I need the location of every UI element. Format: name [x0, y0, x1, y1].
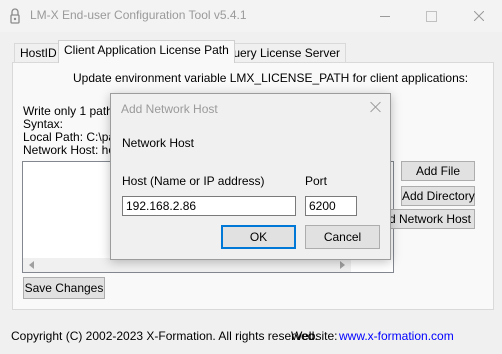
save-changes-button[interactable]: Save Changes	[23, 277, 105, 299]
minimize-button[interactable]	[362, 0, 408, 32]
add-network-host-dialog: Add Network Host Network Host Host (Name…	[110, 93, 391, 260]
add-network-host-button[interactable]: dd Network Host	[380, 209, 475, 229]
add-directory-button[interactable]: Add Directory	[401, 186, 475, 206]
scroll-left-icon[interactable]	[29, 261, 34, 269]
panel-header: Update environment variable LMX_LICENSE_…	[73, 71, 469, 85]
website-link[interactable]: www.x-formation.com	[339, 329, 454, 343]
close-icon	[474, 11, 484, 21]
ok-button[interactable]: OK	[221, 225, 296, 249]
host-input[interactable]: 192.168.2.86	[122, 196, 296, 216]
host-label: Host (Name or IP address)	[122, 174, 265, 188]
window-title: LM-X End-user Configuration Tool v5.4.1	[30, 8, 247, 22]
port-input[interactable]: 6200	[305, 196, 357, 216]
add-file-button[interactable]: Add File	[401, 161, 475, 181]
instruction-line: Local Path: C:\pat	[23, 130, 119, 144]
network-host-section-label: Network Host	[122, 136, 195, 150]
horizontal-scrollbar[interactable]	[23, 258, 351, 272]
website-label: Website:	[291, 329, 338, 343]
copyright-text: Copyright (C) 2002-2023 X-Formation. All…	[11, 329, 318, 343]
instruction-line: Network Host: hos	[23, 143, 122, 157]
tab-query-license-server[interactable]: Query License Server	[218, 43, 347, 62]
title-bar[interactable]: LM-X End-user Configuration Tool v5.4.1	[0, 0, 502, 32]
port-label: Port	[305, 174, 328, 188]
dialog-title: Add Network Host	[121, 102, 218, 116]
dialog-close-icon[interactable]	[369, 100, 383, 114]
app-lock-icon	[10, 8, 20, 24]
scroll-right-icon[interactable]	[340, 261, 345, 269]
close-button[interactable]	[456, 0, 502, 32]
instruction-line: Syntax:	[23, 117, 64, 131]
maximize-button[interactable]	[408, 0, 454, 32]
tab-hostid[interactable]: HostID	[14, 43, 63, 62]
cancel-button[interactable]: Cancel	[305, 225, 380, 249]
tab-client-application-license-path[interactable]: Client Application License Path	[58, 40, 235, 63]
